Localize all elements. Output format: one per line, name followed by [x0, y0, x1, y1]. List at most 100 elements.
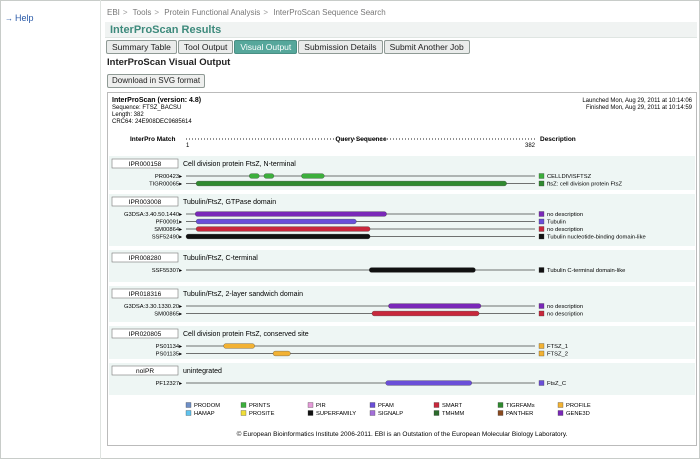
- interpro-entry-name: Tubulin/FtsZ, GTPase domain: [183, 199, 276, 206]
- tab-visual-output[interactable]: Visual Output: [234, 40, 298, 54]
- breadcrumb-ebi[interactable]: EBI: [107, 8, 120, 17]
- match-description: Tubulin nucleotide-binding domain-like: [547, 235, 646, 241]
- legend-swatch: [185, 402, 192, 408]
- domain-bar: [195, 211, 387, 217]
- interpro-id: noIPR: [136, 368, 154, 375]
- signature-label: SM00865▸: [154, 312, 182, 318]
- tab-submission-details[interactable]: Submission Details: [298, 40, 383, 54]
- legend-label: PIR: [316, 403, 326, 409]
- db-color-swatch: [538, 343, 545, 349]
- tab-summary-table[interactable]: Summary Table: [106, 40, 177, 54]
- legend-label: HAMAP: [194, 411, 215, 417]
- signature-label: PS01134▸: [156, 344, 182, 350]
- legend-swatch: [557, 410, 564, 416]
- sequence-text: Sequence: FTSZ_BACSU: [112, 105, 181, 111]
- domain-bar: [185, 233, 371, 240]
- breadcrumb-separator: >: [263, 8, 268, 17]
- legend-label: SIGNALP: [378, 411, 403, 417]
- signature-label: TIGR00065▸: [149, 182, 182, 188]
- signature-label: SM00864▸: [154, 227, 182, 233]
- legend-swatch: [433, 402, 440, 408]
- legend-label: TIGRFAMs: [506, 403, 535, 409]
- legend-label: PRINTS: [249, 403, 270, 409]
- legend-label: PFAM: [378, 403, 394, 409]
- match-description: ftsZ: cell division protein FtsZ: [547, 182, 623, 188]
- tab-submit-another-job[interactable]: Submit Another Job: [383, 40, 470, 54]
- page-title: InterProScan Results: [110, 24, 222, 36]
- signature-label: PF12327▸: [156, 381, 183, 387]
- length-text: Length: 382: [112, 112, 144, 118]
- interpro-entry-name: Cell division protein FtsZ, N-terminal: [183, 161, 296, 168]
- arrow-right-icon: →: [5, 14, 13, 23]
- col-query-sequence: Query Sequence: [335, 136, 387, 143]
- tab-tool-output[interactable]: Tool Output: [177, 40, 234, 54]
- db-color-swatch: [538, 233, 545, 240]
- interpro-entry-name: unintegrated: [183, 368, 222, 375]
- legend-swatch: [497, 402, 504, 408]
- domain-bar: [388, 303, 482, 309]
- domain-bar: [195, 226, 371, 232]
- legend-swatch: [497, 410, 504, 416]
- match-description: FtsZ_C: [547, 381, 566, 387]
- signature-label: G3DSA:3.40.50.1440▸: [124, 212, 182, 218]
- visual-output-panel: InterProScan (version: 4.8) Sequence: FT…: [107, 92, 697, 446]
- interpro-id: IPR000158: [129, 161, 162, 168]
- domain-bar: [385, 380, 472, 386]
- legend-swatch: [307, 410, 314, 416]
- legend-swatch: [369, 410, 376, 416]
- legend-swatch: [240, 402, 247, 408]
- col-interpro-match: InterPro Match: [130, 136, 176, 143]
- db-color-swatch: [538, 267, 545, 273]
- db-color-swatch: [538, 303, 545, 309]
- domain-graphic: InterProScan (version: 4.8) Sequence: FT…: [109, 97, 695, 438]
- match-description: Tubulin: [547, 220, 566, 226]
- legend-label: PROSITE: [249, 411, 275, 417]
- breadcrumb-separator: >: [122, 8, 128, 17]
- interpro-entry-name: Tubulin/FtsZ, 2-layer sandwich domain: [183, 291, 303, 298]
- help-link[interactable]: → Help: [5, 13, 34, 23]
- breadcrumb-interproscan[interactable]: InterProScan Sequence Search: [273, 8, 386, 17]
- legend-swatch: [307, 402, 314, 408]
- breadcrumb-protein-functional-analysis[interactable]: Protein Functional Analysis: [164, 8, 260, 17]
- match-description: CELLDIVISFTSZ: [547, 174, 592, 180]
- launched-text: Launched Mon, Aug 29, 2011 at 10:14:06: [582, 98, 692, 104]
- legend-swatch: [240, 410, 247, 416]
- legend-label: SUPERFAMILY: [316, 411, 356, 417]
- interpro-id: IPR020805: [129, 331, 162, 338]
- domain-bar: [223, 343, 255, 349]
- download-svg-button[interactable]: Download in SVG format: [107, 74, 206, 88]
- finished-text: Finished Mon, Aug 29, 2011 at 10:14:59: [586, 105, 693, 111]
- legend-label: GENE3D: [566, 411, 590, 417]
- domain-bar: [195, 218, 357, 225]
- legend-label: TMHMM: [442, 411, 464, 417]
- result-tabs: Summary Table Tool Output Visual Output Sub…: [106, 40, 471, 54]
- domain-bar: [249, 173, 260, 179]
- breadcrumb-tools[interactable]: Tools: [133, 8, 152, 17]
- match-description: Tubulin C-terminal domain-like: [547, 268, 625, 274]
- legend-label: PANTHER: [506, 411, 533, 417]
- signature-label: PR00423▸: [155, 174, 182, 180]
- match-description: FTSZ_2: [547, 352, 568, 358]
- version-text: InterProScan (version: 4.8): [112, 97, 201, 104]
- match-description: no description: [547, 212, 583, 218]
- legend-label: PRODOM: [194, 403, 220, 409]
- main-content: EBI > Tools > Protein Functional Analysis >…: [101, 0, 699, 459]
- db-color-swatch: [538, 173, 545, 179]
- db-color-swatch: [538, 211, 545, 217]
- db-color-swatch: [538, 180, 545, 187]
- interpro-id: IPR008280: [129, 255, 162, 262]
- breadcrumb-separator: >: [154, 8, 160, 17]
- db-color-swatch: [538, 380, 545, 386]
- legend-swatch: [185, 410, 192, 416]
- interpro-id: IPR018316: [129, 291, 162, 298]
- signature-label: SSF55307▸: [152, 268, 182, 274]
- db-color-swatch: [538, 310, 545, 317]
- interpro-entry-name: Tubulin/FtsZ, C-terminal: [183, 255, 258, 262]
- db-color-swatch: [538, 226, 545, 232]
- legend-label: SMART: [442, 403, 463, 409]
- legend-swatch: [557, 402, 564, 408]
- legend-swatch: [433, 410, 440, 416]
- sidebar: → Help: [0, 0, 101, 459]
- copyright-text: © European Bioinformatics Institute 2006…: [237, 430, 568, 438]
- match-description: no description: [547, 312, 583, 318]
